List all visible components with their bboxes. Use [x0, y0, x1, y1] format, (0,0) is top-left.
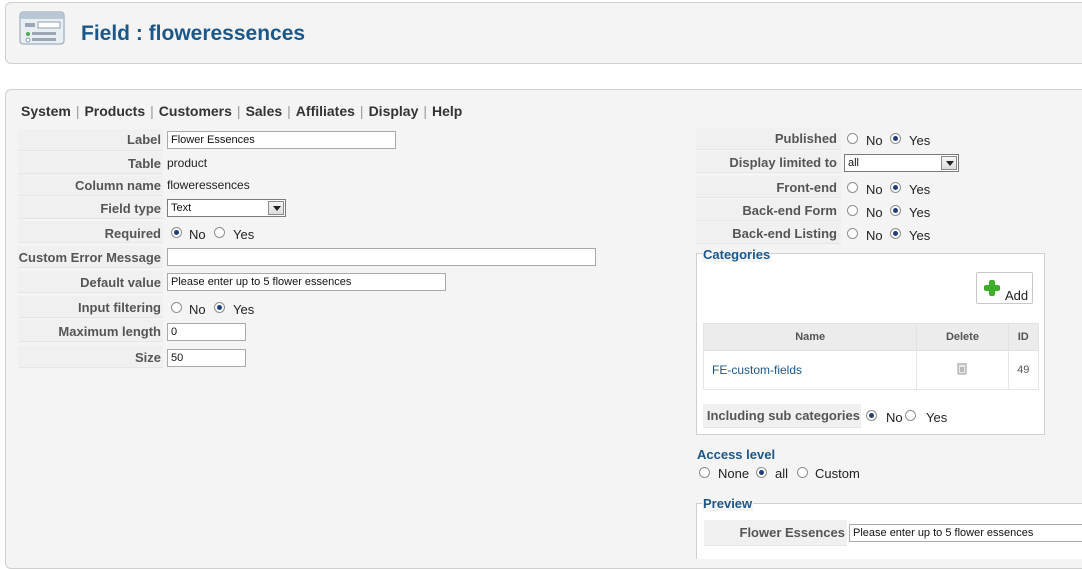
field-type-select[interactable]: Text — [167, 199, 286, 217]
back-end-form-no-radio[interactable] — [847, 205, 858, 216]
input-filtering-label: Input filtering — [77, 300, 161, 315]
menu-item-affiliates[interactable]: Affiliates — [296, 103, 355, 119]
back-end-form-yes-label: Yes — [909, 205, 931, 220]
preview-legend: Preview — [702, 496, 754, 511]
column-header-delete: Delete — [916, 323, 1009, 351]
input-filtering-no-radio[interactable] — [171, 302, 182, 313]
front-end-no-label: No — [866, 182, 883, 197]
front-end-yes-radio[interactable] — [890, 182, 901, 193]
front-end-label: Front-end — [776, 180, 837, 195]
label-input[interactable]: Flower Essences — [167, 131, 396, 149]
including-sub-label: Including sub categories — [706, 408, 860, 423]
published-yes-radio[interactable] — [890, 133, 901, 144]
page-title: Field : floweressences — [81, 22, 306, 45]
required-yes-label: Yes — [233, 227, 255, 242]
max-length-label: Maximum length — [58, 324, 161, 339]
display-limited-value: all — [848, 157, 860, 169]
column-name-label: Column name — [75, 178, 161, 193]
add-plus-icon — [984, 280, 1000, 296]
menu-separator: | — [75, 103, 80, 119]
add-button-label: Add — [1005, 288, 1029, 303]
access-custom-radio[interactable] — [797, 467, 808, 478]
access-all-radio[interactable] — [756, 467, 767, 478]
required-no-radio[interactable] — [171, 227, 182, 238]
menu-item-sales[interactable]: Sales — [246, 103, 283, 119]
page-header: Field : floweressences — [5, 2, 1082, 64]
including-sub-yes-label: Yes — [926, 410, 948, 425]
display-limited-label: Display limited to — [729, 155, 837, 170]
menu-separator: | — [150, 103, 154, 119]
field-type-value: Text — [171, 202, 192, 214]
custom-error-label: Custom Error Message — [18, 250, 161, 265]
back-end-listing-yes-label: Yes — [909, 228, 931, 243]
menu-item-customers[interactable]: Customers — [159, 103, 232, 119]
back-end-form-yes-radio[interactable] — [890, 205, 901, 216]
label-label: Label — [127, 132, 161, 147]
menu-item-display[interactable]: Display — [369, 103, 419, 119]
required-no-label: No — [189, 227, 206, 242]
access-level-title: Access level — [697, 447, 776, 462]
back-end-listing-no-radio[interactable] — [847, 228, 858, 239]
menu-item-help[interactable]: Help — [432, 103, 462, 119]
category-id-cell: 49 — [1007, 350, 1039, 390]
access-custom-label: Custom — [815, 466, 860, 481]
category-name-cell: FE-custom-fields — [702, 350, 918, 390]
menu-separator: | — [359, 103, 364, 119]
field-list-icon — [19, 11, 65, 45]
input-filtering-yes-label: Yes — [233, 302, 255, 317]
including-sub-no-label: No — [886, 410, 903, 425]
menu-item-system[interactable]: System — [21, 103, 71, 119]
add-category-button[interactable]: Add — [976, 272, 1033, 304]
preview-input[interactable]: Please enter up to 5 flower essences — [849, 524, 1082, 542]
required-label: Required — [104, 226, 161, 241]
categories-table: Name Delete ID FE-custom-fields 49 — [702, 323, 1039, 390]
custom-error-input[interactable] — [167, 248, 596, 266]
column-header-name: Name — [702, 323, 918, 351]
published-label: Published — [774, 131, 837, 146]
table-label: Table — [128, 156, 161, 171]
menu-separator: | — [287, 103, 291, 119]
back-end-listing-yes-radio[interactable] — [890, 228, 901, 239]
menu-separator: | — [423, 103, 428, 119]
default-value-label: Default value — [80, 275, 161, 290]
trash-icon[interactable] — [957, 362, 968, 375]
back-end-form-label: Back-end Form — [742, 203, 837, 218]
back-end-listing-no-label: No — [866, 228, 883, 243]
back-end-listing-label: Back-end Listing — [732, 226, 837, 241]
preview-label: Flower Essences — [739, 525, 846, 540]
back-end-form-no-label: No — [866, 205, 883, 220]
input-filtering-no-label: No — [189, 302, 206, 317]
including-sub-no-radio[interactable] — [866, 410, 877, 421]
display-limited-select[interactable]: all — [844, 154, 959, 172]
access-all-label: all — [775, 466, 789, 481]
published-yes-label: Yes — [909, 133, 931, 148]
table-value: product — [167, 156, 208, 170]
front-end-no-radio[interactable] — [847, 182, 858, 193]
category-name-link[interactable]: FE-custom-fields — [712, 363, 802, 377]
column-header-id: ID — [1007, 323, 1039, 351]
size-input[interactable]: 50 — [167, 349, 246, 367]
menu-separator: | — [236, 103, 241, 119]
input-filtering-yes-radio[interactable] — [214, 302, 225, 313]
chevron-down-icon — [268, 201, 284, 215]
category-delete-cell — [916, 350, 1009, 390]
table-header-row: Name Delete ID — [702, 323, 1039, 351]
field-type-label: Field type — [100, 201, 161, 216]
front-end-yes-label: Yes — [909, 182, 931, 197]
max-length-input[interactable]: 0 — [167, 323, 246, 341]
table-row: FE-custom-fields 49 — [702, 350, 1039, 390]
column-name-value: floweressences — [167, 178, 250, 192]
menu-item-products[interactable]: Products — [84, 103, 145, 119]
including-sub-yes-radio[interactable] — [905, 410, 916, 421]
default-value-input[interactable]: Please enter up to 5 flower essences — [167, 273, 446, 291]
top-menu: System | Products | Customers | Sales | Affiliat… — [21, 103, 462, 119]
size-label: Size — [134, 350, 161, 365]
published-no-radio[interactable] — [847, 133, 858, 144]
access-none-radio[interactable] — [699, 467, 710, 478]
categories-legend: Categories — [702, 247, 772, 262]
published-no-label: No — [866, 133, 883, 148]
required-yes-radio[interactable] — [214, 227, 225, 238]
chevron-down-icon — [941, 156, 957, 170]
access-none-label: None — [718, 466, 750, 481]
